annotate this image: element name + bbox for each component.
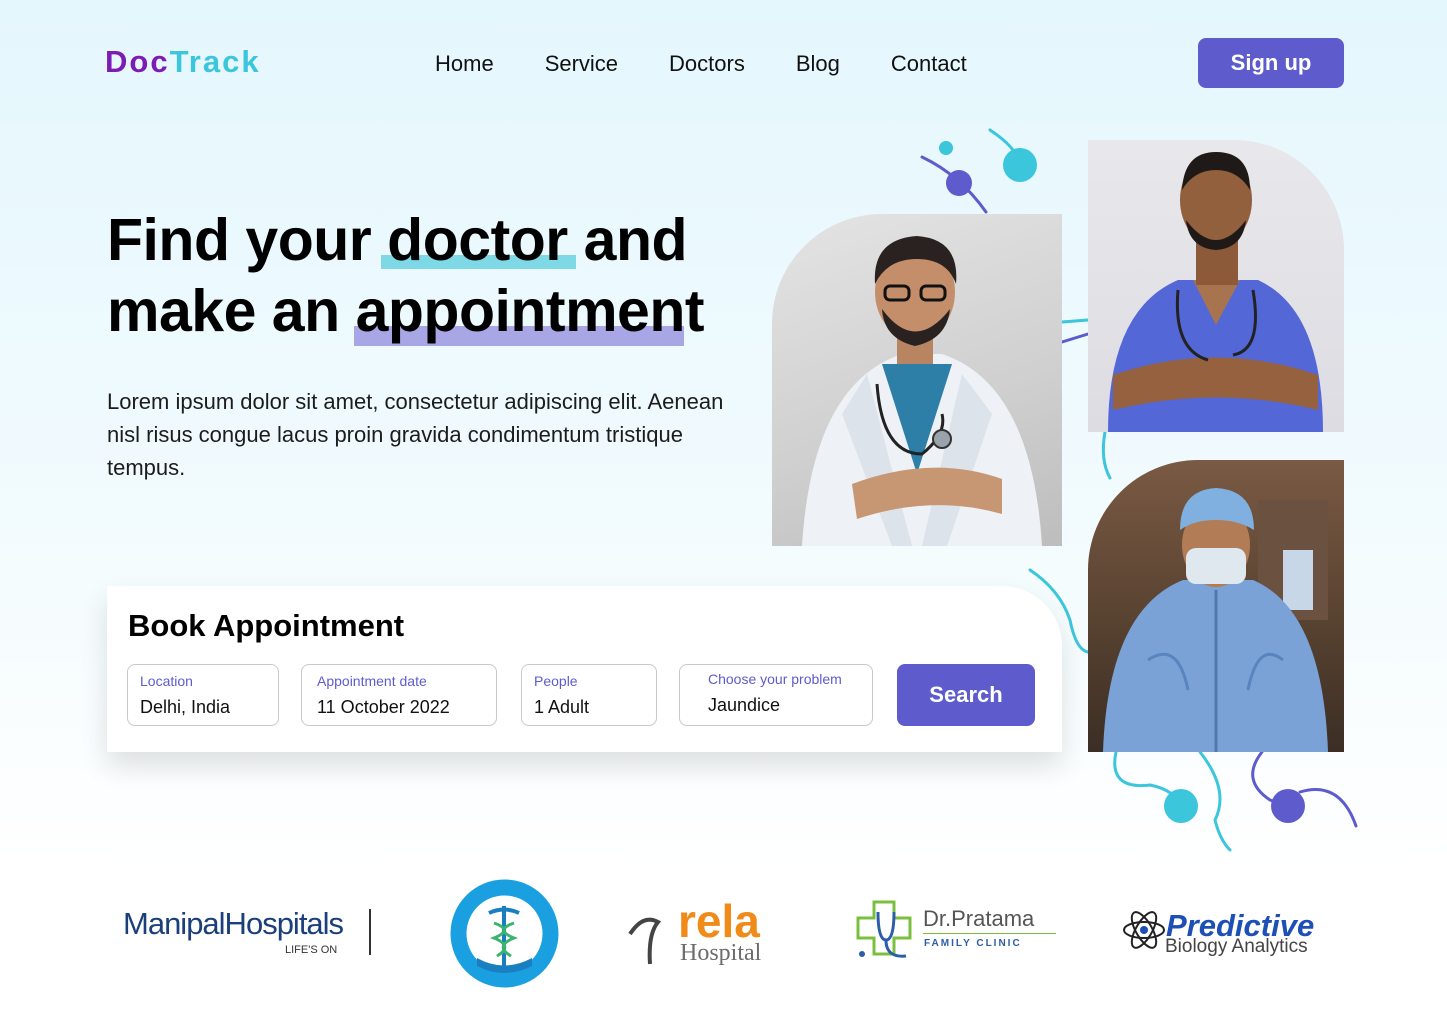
people-label: People <box>534 673 578 689</box>
nav-blog[interactable]: Blog <box>796 51 840 77</box>
signup-button[interactable]: Sign up <box>1198 38 1344 88</box>
pratama-name: Dr.Pratama <box>923 906 1035 931</box>
problem-label: Choose your problem <box>708 671 842 687</box>
problem-field[interactable]: Choose your problem Jaundice <box>679 664 873 726</box>
appointment-date-label: Appointment date <box>317 673 427 689</box>
manipal-hospitals-logo[interactable]: ManipalHospitals LIFE'S ON <box>123 906 371 956</box>
problem-value: Jaundice <box>708 695 781 715</box>
predictive-biology-logo[interactable]: Predictive Biology Analytics <box>1122 900 1322 962</box>
book-appointment-card: Book Appointment Location Delhi, India A… <box>107 586 1062 752</box>
main-nav: Home Service Doctors Blog Contact <box>435 51 1018 77</box>
hero-line1-post: and <box>583 207 688 273</box>
manipal-tagline: LIFE'S ON <box>285 944 338 956</box>
nav-service[interactable]: Service <box>545 51 618 77</box>
district-hospital-emblem <box>450 879 559 988</box>
doctor-photo-3 <box>1088 460 1344 752</box>
hero-highlight-doctor: doctor <box>381 205 576 276</box>
nav-home[interactable]: Home <box>435 51 494 77</box>
pratama-underline <box>923 933 1056 934</box>
pratama-sub: FAMILY CLINIC <box>924 938 1022 949</box>
appointment-date-field[interactable]: Appointment date 11 October 2022 <box>301 664 497 726</box>
hero-subtitle: Lorem ipsum dolor sit amet, consectetur … <box>107 389 724 480</box>
atom-icon <box>1123 911 1165 949</box>
brand-part-1: Doc <box>105 44 170 79</box>
people-value: 1 Adult <box>534 697 590 717</box>
hero-highlight-appointment: appointment <box>353 276 705 347</box>
hero-title: Find your doctor and make an appointment <box>107 205 705 347</box>
manipal-divider <box>369 909 371 955</box>
nav-contact[interactable]: Contact <box>891 51 967 77</box>
rela-hospital-logo[interactable]: rela Hospital <box>628 895 768 968</box>
people-field[interactable]: People 1 Adult <box>521 664 657 726</box>
location-value: Delhi, India <box>140 697 231 717</box>
rela-sub: Hospital <box>680 940 762 966</box>
brand-part-2: Track <box>169 44 261 79</box>
hero-line1-pre: Find your <box>107 207 372 273</box>
predictive-sub: Biology Analytics <box>1165 936 1308 957</box>
nav-doctors[interactable]: Doctors <box>669 51 745 77</box>
appointment-date-value: 11 October 2022 <box>317 697 450 717</box>
book-appointment-title: Book Appointment <box>128 608 405 643</box>
brand-logo[interactable]: DocTrack <box>105 44 261 80</box>
search-button[interactable]: Search <box>897 664 1035 726</box>
dr-pratama-logo[interactable]: Dr.Pratama FAMILY CLINIC <box>856 900 1061 962</box>
doctor-photo-2 <box>1088 140 1344 432</box>
hero-line2-pre: make an <box>107 278 340 344</box>
doctor-photo-1 <box>772 214 1062 546</box>
partner-logos: ManipalHospitals LIFE'S ON rela Hospital… <box>0 870 1447 1000</box>
district-hospital-logo[interactable] <box>449 878 560 989</box>
location-field[interactable]: Location Delhi, India <box>127 664 279 726</box>
clinic-cross-icon <box>856 900 912 958</box>
rela-mark-icon <box>628 917 662 965</box>
location-label: Location <box>140 673 193 689</box>
manipal-name: ManipalHospitals <box>123 906 344 941</box>
